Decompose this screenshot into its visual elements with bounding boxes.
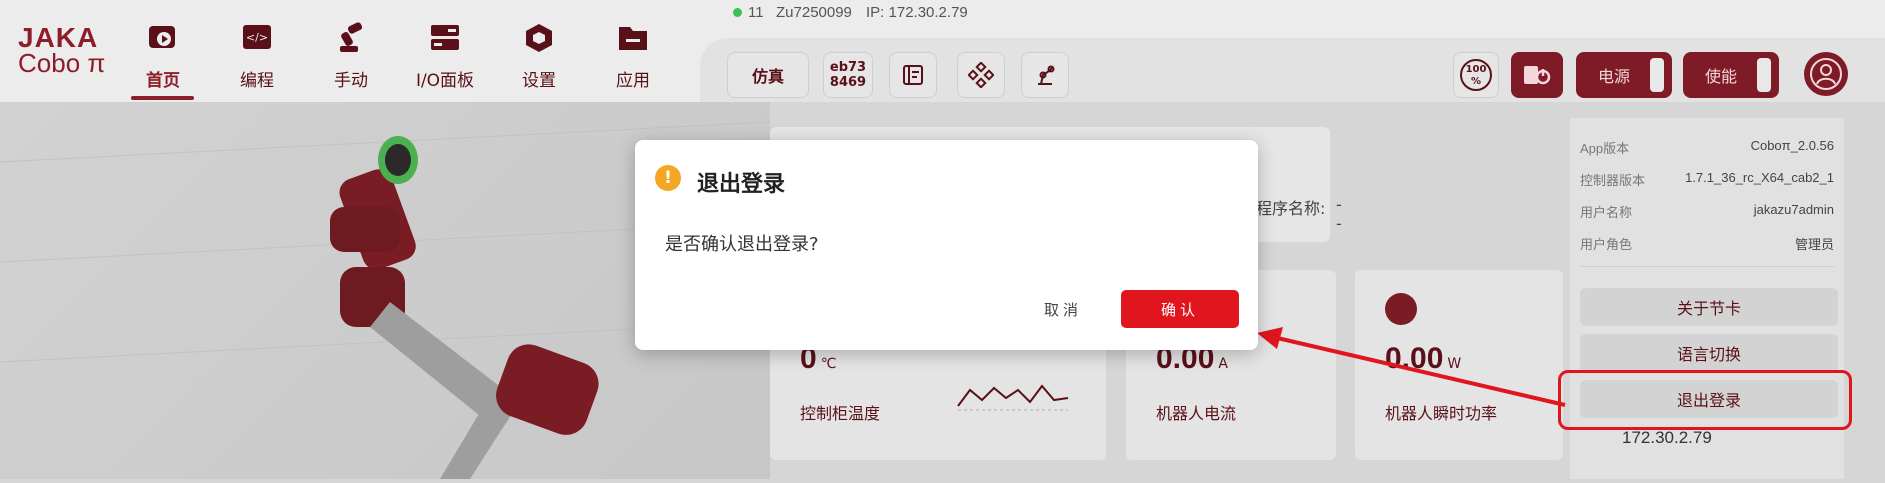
status-serial: Zu7250099	[776, 4, 852, 21]
dialog-title: 退出登录	[697, 172, 786, 197]
settings-icon	[526, 24, 552, 52]
robot-arm-icon	[340, 22, 363, 52]
speed-unit: %	[1470, 76, 1482, 87]
simulation-button[interactable]: 仿真	[727, 52, 809, 98]
nav-settings[interactable]: 设置	[499, 18, 579, 94]
current-unit: A	[1218, 356, 1228, 372]
enable-switch-knob	[1757, 58, 1771, 92]
nav-settings-label: 设置	[522, 71, 556, 91]
panel-divider	[1580, 266, 1834, 267]
cancel-button[interactable]: 取消	[1013, 290, 1113, 328]
program-name-value: --	[1336, 195, 1342, 233]
user-name-value: jakazu7admin	[1753, 202, 1834, 217]
device-code-line2: 8469	[829, 75, 867, 90]
device-code-line1: eb73	[829, 60, 867, 75]
status-count: 11	[748, 4, 764, 21]
enable-switch[interactable]: 使能	[1683, 52, 1779, 98]
io-panel-icon	[431, 25, 459, 50]
power-switch-knob	[1650, 58, 1664, 92]
nav-applications[interactable]: 应用	[593, 18, 673, 94]
power-switch[interactable]: 电源	[1576, 52, 1672, 98]
connection-status-icon	[733, 8, 742, 17]
temperature-trend-icon	[957, 384, 1069, 411]
list-icon	[903, 65, 923, 85]
language-switch-button[interactable]: 语言切换	[1580, 334, 1838, 372]
panel-ip-address: 172.30.2.79	[1622, 428, 1712, 447]
speed-gauge-icon: 100 %	[1460, 59, 1492, 91]
folder-icon	[619, 27, 647, 50]
user-role-label: 用户角色	[1580, 237, 1633, 252]
panel-row-user-name: 用户名称 jakazu7admin	[1580, 202, 1834, 221]
user-avatar-button[interactable]	[1804, 52, 1848, 96]
grid-diamond-icon	[968, 62, 994, 88]
enable-label: 使能	[1705, 67, 1738, 86]
user-role-value: 管理员	[1794, 237, 1834, 252]
dialog-message: 是否确认退出登录?	[665, 234, 819, 255]
panel-row-app-version: App版本 Coboπ_2.0.56	[1580, 138, 1834, 157]
power-label: 电源	[1598, 67, 1631, 86]
home-icon	[149, 26, 175, 48]
panel-row-controller-version: 控制器版本 1.7.1_36_rc_X64_cab2_1	[1580, 170, 1834, 189]
program-list-button[interactable]	[889, 52, 937, 98]
thermometer-icon	[1385, 293, 1417, 325]
code-icon: </>	[243, 25, 271, 49]
panel-row-user-role: 用户角色 管理员	[1580, 234, 1834, 253]
logo-product: Cobo π	[18, 48, 106, 78]
nav-manual[interactable]: 手动	[311, 18, 391, 94]
svg-text:</>: </>	[246, 31, 268, 44]
nav-manual-label: 手动	[334, 71, 368, 91]
current-label: 机器人电流	[1156, 404, 1237, 423]
nav-io-panel[interactable]: I/O面板	[405, 18, 485, 94]
robot-pose-button[interactable]	[1021, 52, 1069, 98]
speed-value: 100	[1465, 64, 1487, 75]
user-name-label: 用户名称	[1580, 205, 1633, 220]
annotation-arrow	[1257, 327, 1566, 407]
nav-io-panel-label: I/O面板	[415, 71, 475, 91]
nav-home-label: 首页	[146, 71, 180, 91]
power-toggle-button[interactable]	[1511, 52, 1563, 98]
logout-highlight-annotation	[1558, 370, 1852, 430]
controller-version-label: 控制器版本	[1580, 173, 1646, 188]
confirm-button[interactable]: 确认	[1121, 290, 1239, 328]
power-cabinet-icon	[1524, 66, 1551, 85]
nav-active-indicator	[131, 96, 194, 100]
nav-programming-label: 编程	[240, 71, 274, 91]
status-ip: IP: 172.30.2.79	[866, 4, 968, 21]
controller-version-value: 1.7.1_36_rc_X64_cab2_1	[1685, 170, 1834, 185]
nav-home[interactable]: 首页	[123, 18, 203, 94]
temperature-label: 控制柜温度	[800, 404, 881, 423]
nav-programming[interactable]: </> 编程	[217, 18, 297, 94]
app-version-value: Coboπ_2.0.56	[1750, 138, 1834, 153]
module-button[interactable]	[957, 52, 1005, 98]
warning-icon: !	[655, 165, 681, 191]
program-name-label: 程序名称:	[1256, 199, 1326, 218]
app-version-label: App版本	[1580, 141, 1630, 156]
logout-confirm-dialog: ! 退出登录 是否确认退出登录? 取消 确认	[635, 140, 1258, 350]
robot-arm-outline-icon	[1038, 65, 1055, 85]
about-button[interactable]: 关于节卡	[1580, 288, 1838, 326]
nav-applications-label: 应用	[616, 71, 650, 91]
device-code-button[interactable]: eb73 8469	[823, 52, 873, 98]
speed-ratio-button[interactable]: 100 %	[1453, 52, 1499, 98]
temperature-unit: ℃	[820, 356, 837, 372]
user-icon	[1810, 58, 1842, 90]
